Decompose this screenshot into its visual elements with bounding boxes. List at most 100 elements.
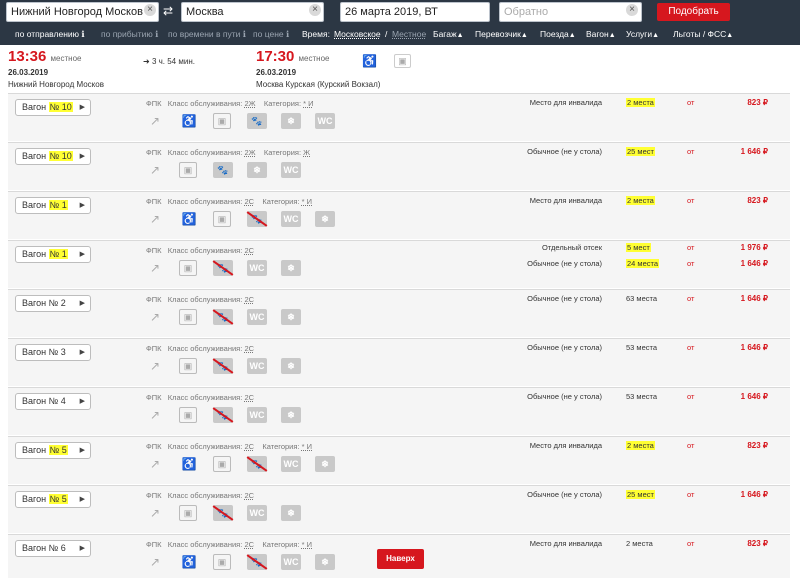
car-button[interactable]: Вагон № 6 ▶ xyxy=(15,540,91,557)
time-local-toggle[interactable]: Местное xyxy=(392,29,426,39)
car-row: Вагон № 10 ▶ ФПК Класс обслуживания: 2Ж Ка… xyxy=(8,142,790,190)
car-button[interactable]: Вагон № 1 ▶ xyxy=(15,197,91,214)
price[interactable]: 1 646 ₽ xyxy=(741,490,768,499)
no-pets-icon: 🐾 xyxy=(213,309,233,325)
baggage-filter[interactable]: Багаж▲ xyxy=(433,29,464,39)
no-pets-icon: 🐾 xyxy=(247,456,267,472)
class-value[interactable]: 2С xyxy=(244,344,254,353)
price[interactable]: 1 646 ₽ xyxy=(741,294,768,303)
class-value[interactable]: 2С xyxy=(244,540,254,549)
seat-count: 24 места xyxy=(626,259,660,268)
play-arrow-icon: ▶ xyxy=(79,545,85,552)
class-label: Класс обслуживания: xyxy=(167,148,243,157)
category-value[interactable]: * И xyxy=(302,442,312,451)
price[interactable]: 823 ₽ xyxy=(747,441,768,450)
wheelchair-icon: ♿ xyxy=(181,212,197,226)
class-value[interactable]: 2С xyxy=(244,393,254,402)
wc-icon: WC xyxy=(247,407,267,423)
car-meta: ФПК Класс обслуживания: 2С xyxy=(146,393,254,402)
return-date-input[interactable]: Обратно xyxy=(499,2,642,22)
clear-to-icon[interactable]: × xyxy=(309,4,321,16)
car-button[interactable]: Вагон № 10 ▶ xyxy=(15,99,91,116)
seat-type: Место для инвалида xyxy=(529,441,602,450)
category-label: Категория: xyxy=(263,148,302,157)
car-label: Вагон xyxy=(22,543,47,553)
class-value[interactable]: 2С xyxy=(244,491,254,500)
no-pets-icon: 🐾 xyxy=(213,260,233,276)
no-pets-icon: 🐾 xyxy=(213,407,233,423)
class-value[interactable]: 2С xyxy=(244,246,254,255)
clear-return-icon[interactable]: × xyxy=(626,4,638,16)
car-button[interactable]: Вагон № 5 ▶ xyxy=(15,491,91,508)
class-value[interactable]: 2С xyxy=(244,197,254,206)
car-meta: ФПК Класс обслуживания: 2С Категория: * … xyxy=(146,540,312,549)
class-value[interactable]: 2Ж xyxy=(244,99,255,108)
car-label: Вагон xyxy=(22,102,47,112)
sort-by-price[interactable]: по цене ℹ xyxy=(253,29,289,40)
price[interactable]: 1 646 ₽ xyxy=(741,392,768,401)
play-arrow-icon: ▶ xyxy=(79,153,85,160)
sort-by-departure[interactable]: по отправлению ℹ xyxy=(15,29,85,40)
sort-by-arrival[interactable]: по прибытию ℹ xyxy=(101,29,158,40)
carrier-name: ФПК xyxy=(146,246,162,255)
price[interactable]: 1 646 ₽ xyxy=(741,343,768,352)
category-value[interactable]: Ж xyxy=(303,148,310,157)
price[interactable]: 1 646 ₽ xyxy=(741,259,768,268)
category-label: Категория: xyxy=(262,442,300,451)
car-button[interactable]: Вагон № 4 ▶ xyxy=(15,393,91,410)
date-input[interactable]: 26 марта 2019, ВТ xyxy=(340,2,490,22)
from-station-input[interactable]: Нижний Новгород Москов xyxy=(6,2,159,22)
price[interactable]: 1 976 ₽ xyxy=(741,243,768,252)
carrier-filter[interactable]: Перевозчик▲ xyxy=(475,29,528,39)
services-filter[interactable]: Услуги▲ xyxy=(626,29,659,39)
stats-icon: ↗ xyxy=(149,359,161,373)
sort-icon: ℹ xyxy=(242,29,247,39)
seat-type: Обычное (не у стола) xyxy=(527,294,602,303)
swap-stations-icon[interactable]: ⇄ xyxy=(163,4,173,18)
seat-count: 53 места xyxy=(626,392,658,401)
play-arrow-icon: ▶ xyxy=(79,496,85,503)
car-number: № 6 xyxy=(48,543,66,553)
class-label: Класс обслуживания: xyxy=(167,491,243,500)
seat-count: 2 места xyxy=(626,539,653,548)
wc-icon: WC xyxy=(281,211,301,227)
time-label: Время: xyxy=(302,29,330,39)
cars-filter[interactable]: Вагон▲ xyxy=(586,29,616,39)
seat-count: 25 мест xyxy=(626,490,655,499)
car-label: Вагон xyxy=(22,249,47,259)
class-value[interactable]: 2Ж xyxy=(244,148,255,157)
category-value[interactable]: * И xyxy=(302,197,312,206)
class-value[interactable]: 2С xyxy=(244,442,254,451)
car-button[interactable]: Вагон № 3 ▶ xyxy=(15,344,91,361)
search-button[interactable]: Подобрать xyxy=(657,3,730,21)
price[interactable]: 823 ₽ xyxy=(747,98,768,107)
stats-icon: ↗ xyxy=(149,261,161,275)
car-button[interactable]: Вагон № 1 ▶ xyxy=(15,246,91,263)
play-arrow-icon: ▶ xyxy=(79,251,85,258)
car-button[interactable]: Вагон № 2 ▶ xyxy=(15,295,91,312)
price[interactable]: 823 ₽ xyxy=(747,196,768,205)
carrier-name: ФПК xyxy=(146,491,162,500)
trains-filter[interactable]: Поезда▲ xyxy=(540,29,576,39)
car-button[interactable]: Вагон № 10 ▶ xyxy=(15,148,91,165)
sort-by-duration[interactable]: по времени в пути ℹ xyxy=(168,29,246,40)
triangle-up-icon: ▲ xyxy=(608,32,616,39)
stats-icon: ↗ xyxy=(149,555,161,569)
price-from-label: от xyxy=(687,539,695,548)
time-moscow-toggle[interactable]: Московское xyxy=(334,29,381,39)
class-label: Класс обслуживания: xyxy=(167,295,243,304)
benefits-filter[interactable]: Льготы / ФСС▲ xyxy=(673,29,733,39)
price[interactable]: 823 ₽ xyxy=(747,539,768,548)
departure-date: 26.03.2019 xyxy=(8,68,49,77)
clear-from-icon[interactable]: × xyxy=(144,4,156,16)
price[interactable]: 1 646 ₽ xyxy=(741,147,768,156)
class-value[interactable]: 2С xyxy=(244,295,254,304)
category-value[interactable]: * И xyxy=(302,540,312,549)
to-station-input[interactable]: Москва xyxy=(181,2,324,22)
car-number: № 1 xyxy=(48,249,68,259)
scroll-to-top-button[interactable]: Наверх xyxy=(377,549,424,569)
car-button[interactable]: Вагон № 5 ▶ xyxy=(15,442,91,459)
category-value[interactable]: * И xyxy=(303,99,313,108)
price-from-label: от xyxy=(687,196,695,205)
car-label: Вагон xyxy=(22,396,47,406)
